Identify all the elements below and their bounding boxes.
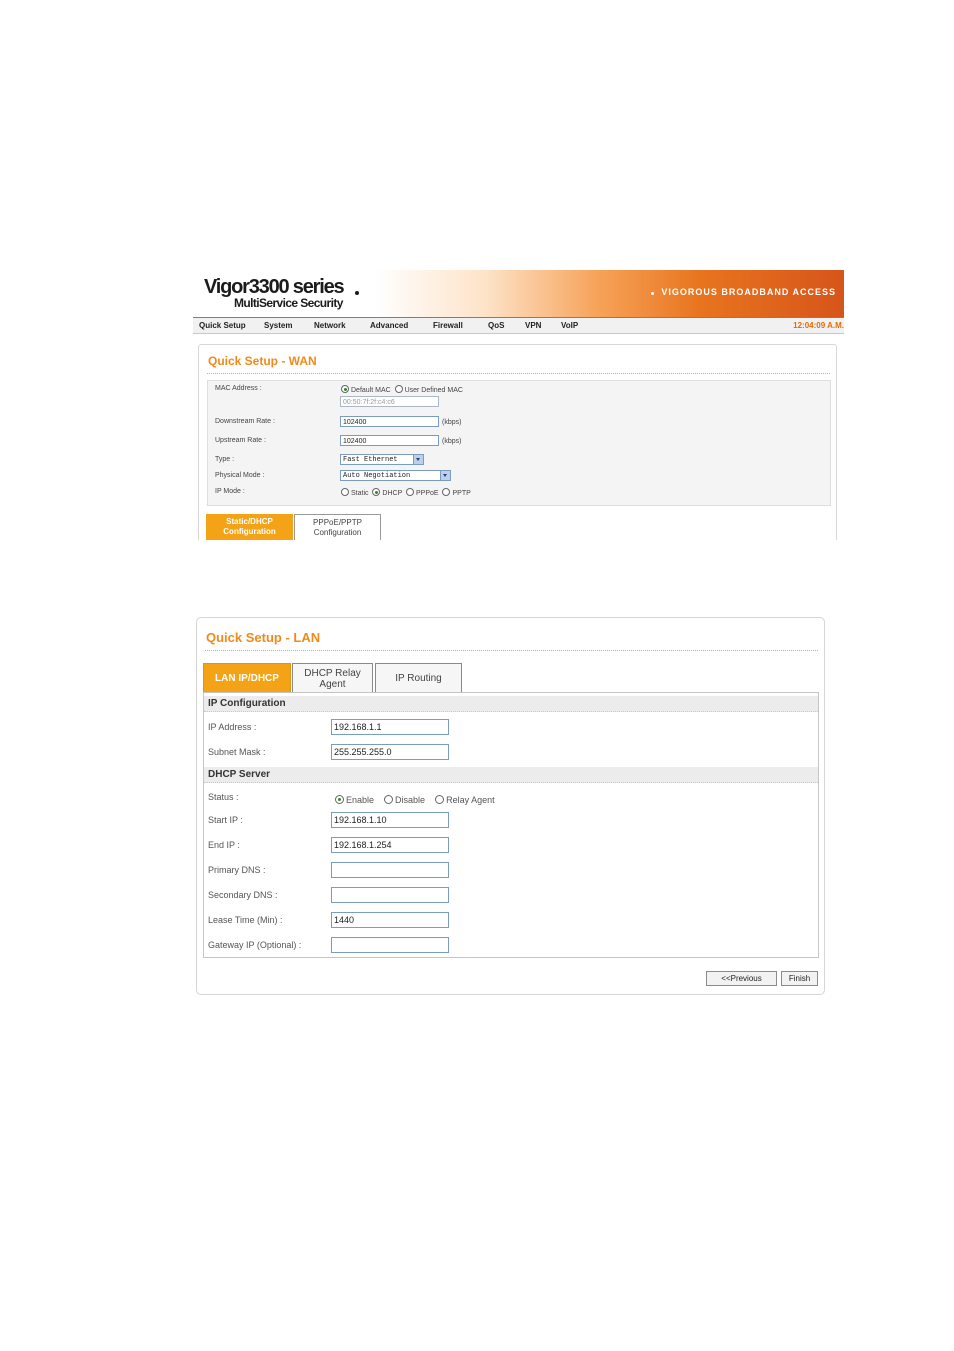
mac-label: MAC Address :: [215, 385, 262, 392]
ip-mode-dhcp-radio[interactable]: [372, 488, 381, 496]
physical-mode-select[interactable]: Auto Negotiation: [340, 470, 451, 481]
wan-screenshot: Vigor3300 series MultiService Security V…: [193, 270, 844, 540]
previous-button[interactable]: <<Previous: [706, 971, 777, 986]
status-relay-radio[interactable]: [435, 795, 445, 804]
tab-static-dhcp-line2: Configuration: [223, 527, 276, 536]
downstream-label: Downstream Rate :: [215, 418, 275, 425]
secondary-dns-input[interactable]: [331, 887, 449, 903]
lease-time-input[interactable]: 1440: [331, 912, 449, 928]
type-select[interactable]: Fast Ethernet: [340, 454, 424, 465]
subnet-mask-label: Subnet Mask :: [208, 747, 266, 757]
wan-form: MAC Address : Default MAC User Defined M…: [207, 380, 831, 506]
slogan-dot: [651, 292, 654, 295]
end-ip-input[interactable]: 192.168.1.254: [331, 837, 449, 853]
ip-address-input[interactable]: 192.168.1.1: [331, 719, 449, 735]
menu-firewall[interactable]: Firewall: [433, 321, 463, 330]
start-ip-input[interactable]: 192.168.1.10: [331, 812, 449, 828]
subnet-mask-input[interactable]: 255.255.255.0: [331, 744, 449, 760]
menu-quick-setup[interactable]: Quick Setup: [199, 321, 246, 330]
tab-lan-ip-dhcp[interactable]: LAN IP/DHCP: [203, 663, 291, 693]
mac-user-radio[interactable]: [394, 385, 403, 393]
tab-static-dhcp-line1: Static/DHCP: [226, 517, 273, 526]
page-title: Quick Setup - WAN: [208, 354, 317, 368]
mac-address-input[interactable]: 00:50:7f:2f:c4:c6: [340, 396, 439, 407]
chevron-down-icon: [413, 455, 423, 464]
lease-time-label: Lease Time (Min) :: [208, 915, 283, 925]
menu-vpn[interactable]: VPN: [525, 321, 541, 330]
menu-system[interactable]: System: [264, 321, 292, 330]
tab-static-dhcp[interactable]: Static/DHCP Configuration: [206, 514, 293, 540]
ip-mode-pptp-radio[interactable]: [442, 488, 451, 496]
tab-ip-routing-label: IP Routing: [395, 673, 442, 684]
primary-dns-input[interactable]: [331, 862, 449, 878]
downstream-input[interactable]: 102400: [340, 416, 439, 427]
clock: 12:04:09 A.M.: [793, 321, 844, 330]
tab-dhcp-relay-line1: DHCP Relay: [304, 668, 361, 679]
mac-mode-radios: Default MAC User Defined MAC: [341, 385, 463, 394]
menu-advanced[interactable]: Advanced: [370, 321, 408, 330]
physical-mode-label: Physical Mode :: [215, 472, 265, 479]
upstream-label: Upstream Rate :: [215, 437, 266, 444]
brand-subtitle: MultiService Security: [234, 296, 343, 310]
brand-dot: [355, 291, 359, 295]
menu-qos[interactable]: QoS: [488, 321, 504, 330]
tab-dhcp-relay-line2: Agent: [319, 679, 346, 690]
ip-mode-radios: Static DHCP PPPoE PPTP: [341, 488, 471, 497]
wan-panel: Quick Setup - WAN MAC Address : Default …: [198, 344, 837, 540]
upstream-unit: (kbps): [442, 438, 462, 445]
ip-mode-pppoe-radio[interactable]: [406, 488, 415, 496]
upstream-input[interactable]: 102400: [340, 435, 439, 446]
lan-screenshot: Quick Setup - LAN LAN IP/DHCP DHCP Relay…: [196, 617, 825, 995]
ip-configuration-section: IP Configuration: [204, 696, 818, 712]
physical-mode-value: Auto Negotiation: [343, 472, 411, 480]
type-label: Type :: [215, 456, 235, 463]
tab-ip-routing[interactable]: IP Routing: [375, 663, 462, 693]
ip-mode-static-radio[interactable]: [341, 488, 349, 496]
mac-default-label: Default MAC: [351, 387, 391, 394]
ip-address-label: IP Address :: [208, 722, 257, 732]
ip-mode-label: IP Mode :: [215, 488, 245, 495]
mac-user-label: User Defined MAC: [404, 387, 463, 394]
tab-pppoe-pptp-line1: PPPoE/PPTP: [313, 518, 362, 527]
title-divider: [205, 650, 818, 651]
title-divider: [207, 373, 830, 374]
status-disable-radio[interactable]: [384, 795, 394, 804]
ip-mode-static-label: Static: [351, 490, 369, 497]
downstream-unit: (kbps): [442, 419, 462, 426]
tab-pppoe-pptp[interactable]: PPPoE/PPTP Configuration: [294, 514, 381, 540]
status-disable-label: Disable: [395, 795, 426, 805]
status-radios: Enable Disable Relay Agent: [335, 795, 495, 805]
gateway-ip-input[interactable]: [331, 937, 449, 953]
main-menu: Quick Setup System Network Advanced Fire…: [193, 318, 844, 334]
primary-dns-label: Primary DNS :: [208, 865, 266, 875]
lan-form: IP Configuration IP Address : 192.168.1.…: [203, 692, 819, 958]
start-ip-label: Start IP :: [208, 815, 243, 825]
gateway-ip-label: Gateway IP (Optional) :: [208, 940, 302, 950]
status-enable-radio[interactable]: [335, 795, 344, 804]
status-label: Status :: [208, 792, 239, 802]
header-banner: Vigor3300 series MultiService Security V…: [193, 270, 844, 318]
ip-mode-pppoe-label: PPPoE: [416, 490, 439, 497]
finish-button[interactable]: Finish: [781, 971, 818, 986]
type-select-value: Fast Ethernet: [343, 456, 398, 464]
status-relay-label: Relay Agent: [446, 795, 495, 805]
tab-dhcp-relay-agent[interactable]: DHCP Relay Agent: [292, 663, 373, 693]
menu-network[interactable]: Network: [314, 321, 346, 330]
ip-mode-pptp-label: PPTP: [452, 490, 471, 497]
tab-pppoe-pptp-line2: Configuration: [313, 528, 362, 537]
chevron-down-icon: [440, 471, 450, 480]
brand-slogan: VIGOROUS BROADBAND ACCESS: [661, 287, 836, 297]
end-ip-label: End IP :: [208, 840, 240, 850]
dhcp-server-section: DHCP Server: [204, 767, 818, 783]
menu-voip[interactable]: VoIP: [561, 321, 578, 330]
ip-mode-dhcp-label: DHCP: [382, 490, 403, 497]
status-enable-label: Enable: [346, 795, 375, 805]
page-title: Quick Setup - LAN: [206, 630, 321, 645]
tab-lan-ip-dhcp-label: LAN IP/DHCP: [215, 673, 279, 684]
mac-default-radio[interactable]: [341, 385, 349, 393]
secondary-dns-label: Secondary DNS :: [208, 890, 278, 900]
